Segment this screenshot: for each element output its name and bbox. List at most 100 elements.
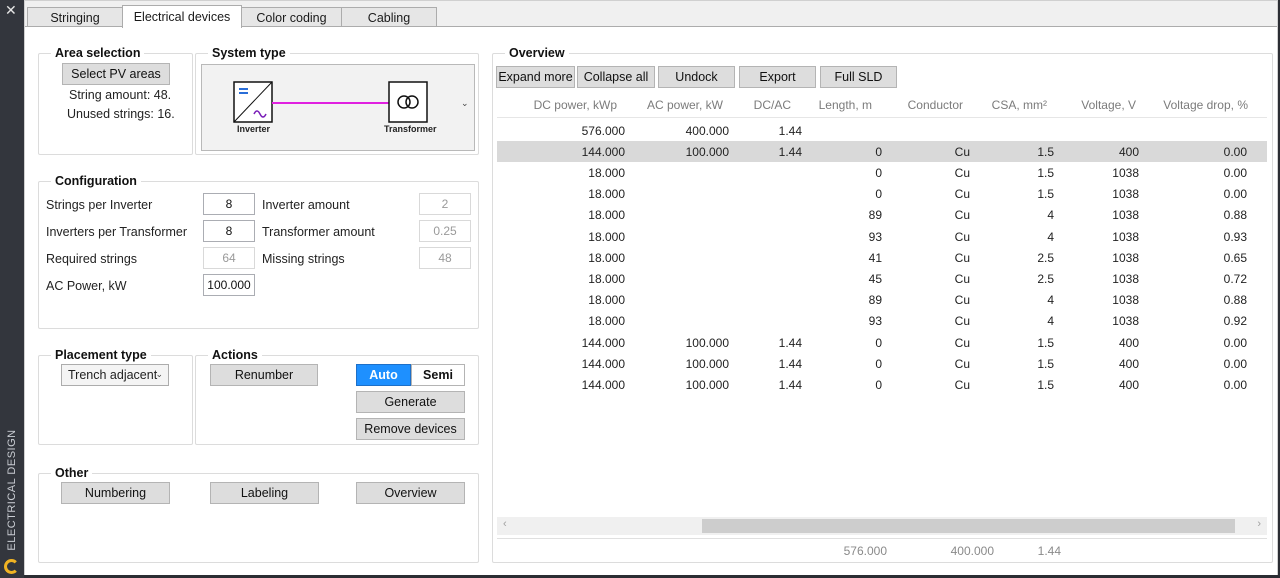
ac-power-input[interactable]: 100.000 [203, 274, 255, 296]
column-header-voltage-drop[interactable]: Voltage drop, % [1141, 93, 1248, 117]
column-header-length[interactable]: Length, m [797, 93, 872, 117]
table-row[interactable]: 18.000 93 Cu 4 1038 0.92 [497, 311, 1267, 332]
cell-length: 0 [875, 356, 882, 371]
cell-ac-power [639, 162, 729, 183]
unused-strings-text: Unused strings: 16. [67, 107, 175, 121]
table-row[interactable]: 576.000 400.000 1.44 [497, 120, 1267, 141]
table-row[interactable]: 144.000 100.000 1.44 0 Cu 1.5 400 0.00 [497, 141, 1267, 163]
table-row[interactable]: 144.000 100.000 1.44 0 Cu 1.5 400 0.00 [497, 374, 1267, 395]
chevron-down-icon: ⌄ [155, 369, 163, 379]
cell-dc-ac [742, 290, 802, 311]
cell-csa: 4 [1047, 293, 1054, 308]
close-icon[interactable]: ✕ [5, 2, 17, 19]
renumber-button[interactable]: Renumber [210, 364, 318, 386]
inverter-label: Inverter [237, 124, 271, 134]
cell-dc-power: 144.000 [581, 356, 625, 371]
horizontal-scrollbar[interactable]: ‹ › [497, 517, 1267, 535]
inverters-per-transformer-input[interactable]: 8 [203, 220, 255, 242]
numbering-button[interactable]: Numbering [61, 482, 170, 504]
cell-voltage: 1038 [1112, 250, 1139, 265]
undock-button[interactable]: Undock [658, 66, 735, 88]
tab-color-coding[interactable]: Color coding [241, 7, 342, 27]
cell-voltage-drop: 0.00 [1223, 144, 1247, 159]
cell-ac-power [639, 226, 729, 247]
cell-dc-power: 18.000 [588, 250, 625, 265]
expand-more-button[interactable]: Expand more [496, 66, 575, 88]
cell-voltage-drop: 0.93 [1223, 229, 1247, 244]
cell-length: 0 [875, 335, 882, 350]
cell-dc-ac [742, 205, 802, 226]
export-button[interactable]: Export [739, 66, 816, 88]
app-window: Stringing Electrical devices Color codin… [24, 0, 1278, 575]
tab-stringing[interactable]: Stringing [27, 7, 123, 27]
scroll-right-icon[interactable]: › [1257, 518, 1261, 530]
cell-conductor: Cu [954, 250, 970, 265]
overview-title: Overview [505, 46, 569, 60]
inverter-icon [233, 81, 273, 123]
scrollbar-thumb[interactable] [702, 519, 1235, 533]
cell-conductor: Cu [954, 187, 970, 202]
cell-ac-power: 100.000 [685, 377, 729, 392]
column-header-dc-power[interactable]: DC power, kWp [497, 93, 617, 117]
cell-voltage-drop [1157, 120, 1247, 141]
placement-type-dropdown[interactable]: Trench adjacent ⌄ [61, 364, 169, 386]
full-sld-button[interactable]: Full SLD [820, 66, 897, 88]
tab-bar: Stringing Electrical devices Color codin… [27, 5, 437, 28]
select-pv-areas-button[interactable]: Select PV areas [62, 63, 170, 85]
column-header-dc-ac[interactable]: DC/AC [729, 93, 791, 117]
cell-ac-power: 100.000 [685, 144, 729, 159]
cell-dc-ac [742, 226, 802, 247]
cell-dc-ac [742, 268, 802, 289]
footer-ac-power-total: 400.000 [950, 544, 994, 558]
scroll-left-icon[interactable]: ‹ [503, 518, 507, 530]
collapse-all-button[interactable]: Collapse all [577, 66, 655, 88]
column-header-ac-power[interactable]: AC power, kW [623, 93, 723, 117]
cell-voltage: 1038 [1112, 293, 1139, 308]
tab-electrical-devices[interactable]: Electrical devices [122, 5, 242, 28]
cell-conductor: Cu [954, 293, 970, 308]
cell-csa: 2.5 [1037, 250, 1054, 265]
table-row[interactable]: 18.000 93 Cu 4 1038 0.93 [497, 226, 1267, 247]
remove-devices-button[interactable]: Remove devices [356, 418, 465, 440]
semi-toggle-button[interactable]: Semi [411, 364, 465, 386]
table-row[interactable]: 18.000 89 Cu 4 1038 0.88 [497, 290, 1267, 311]
cell-length: 41 [868, 250, 882, 265]
labeling-button[interactable]: Labeling [210, 482, 319, 504]
column-header-csa[interactable]: CSA, mm² [967, 93, 1047, 117]
chevron-down-icon[interactable]: ⌄ [461, 98, 469, 109]
table-row[interactable]: 18.000 89 Cu 4 1038 0.88 [497, 205, 1267, 226]
system-diagram [233, 81, 428, 123]
cell-voltage-drop: 0.92 [1223, 314, 1247, 329]
cell-voltage: 1038 [1112, 271, 1139, 286]
cell-voltage: 400 [1118, 335, 1139, 350]
column-header-voltage[interactable]: Voltage, V [1052, 93, 1136, 117]
cell-csa: 1.5 [1037, 377, 1054, 392]
generate-button[interactable]: Generate [356, 391, 465, 413]
cell-csa: 4 [1047, 208, 1054, 223]
cell-ac-power [639, 205, 729, 226]
cell-dc-power: 18.000 [588, 293, 625, 308]
tab-cabling[interactable]: Cabling [341, 7, 437, 27]
cell-length: 45 [868, 271, 882, 286]
required-strings-value: 64 [203, 247, 255, 269]
cell-length: 0 [875, 377, 882, 392]
table-row[interactable]: 18.000 41 Cu 2.5 1038 0.65 [497, 247, 1267, 268]
ac-power-label: AC Power, kW [46, 279, 127, 293]
overview-button[interactable]: Overview [356, 482, 465, 504]
inverter-amount-value: 2 [419, 193, 471, 215]
cell-voltage-drop: 0.00 [1223, 356, 1247, 371]
cell-dc-power: 144.000 [581, 144, 625, 159]
table-row[interactable]: 18.000 0 Cu 1.5 1038 0.00 [497, 162, 1267, 183]
column-header-conductor[interactable]: Conductor [877, 93, 963, 117]
table-row[interactable]: 144.000 100.000 1.44 0 Cu 1.5 400 0.00 [497, 332, 1267, 353]
auto-toggle-button[interactable]: Auto [356, 364, 411, 386]
system-type-selector[interactable]: Inverter Transformer ⌄ [201, 64, 475, 151]
strings-per-inverter-input[interactable]: 8 [203, 193, 255, 215]
other-title: Other [51, 466, 93, 480]
table-row[interactable]: 144.000 100.000 1.44 0 Cu 1.5 400 0.00 [497, 353, 1267, 374]
table-row[interactable]: 18.000 0 Cu 1.5 1038 0.00 [497, 184, 1267, 205]
table-row[interactable]: 18.000 45 Cu 2.5 1038 0.72 [497, 268, 1267, 289]
cell-ac-power [639, 311, 729, 332]
cell-voltage-drop: 0.65 [1223, 250, 1247, 265]
side-title-text: ELECTRICAL DESIGN [6, 429, 18, 551]
